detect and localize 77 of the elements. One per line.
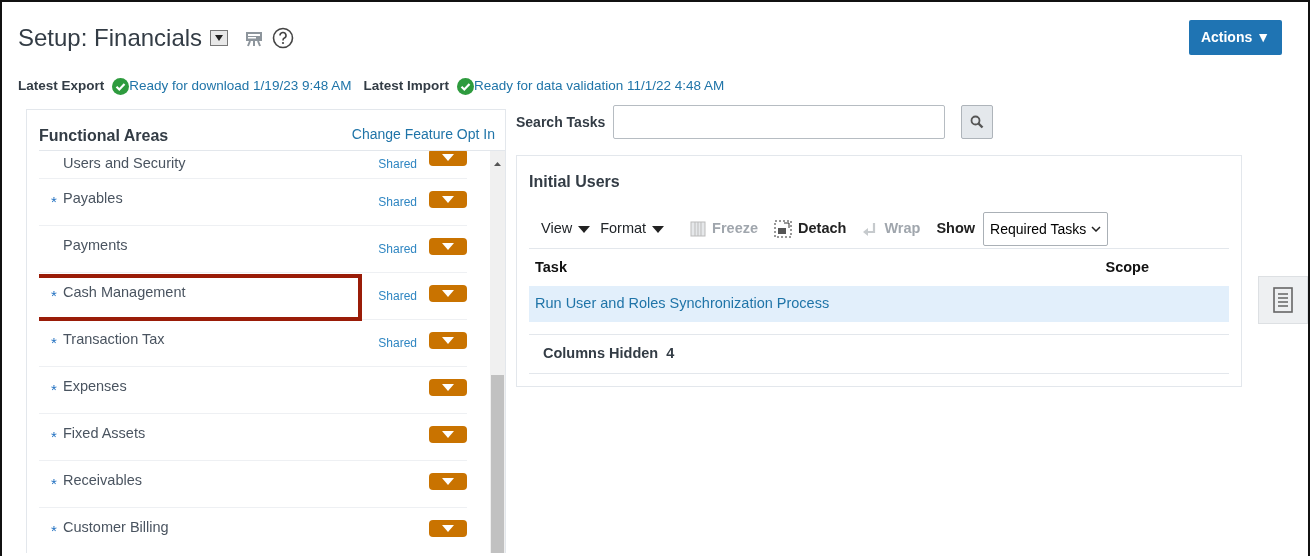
area-name[interactable]: Payments [63, 235, 128, 258]
caret-icon [442, 524, 454, 532]
area-name[interactable]: Fixed Assets [63, 423, 146, 446]
scrollbar[interactable] [490, 151, 505, 554]
help-icon[interactable] [272, 27, 295, 49]
column-header: Scope [1105, 257, 1149, 277]
search-label: Search Tasks [516, 112, 606, 132]
area-name[interactable]: Payables [63, 188, 123, 211]
menu-button[interactable] [429, 331, 467, 349]
menu-button[interactable] [429, 237, 467, 255]
menu-button[interactable] [429, 472, 467, 490]
menu-button[interactable] [429, 378, 467, 396]
show-label: Show [936, 219, 976, 239]
area-name[interactable]: Expenses [63, 376, 127, 399]
required-marker: * [51, 380, 58, 401]
shared-label: Shared [378, 241, 417, 259]
status-link[interactable]: Ready for download 1/19/23 9:48 AM [129, 76, 352, 97]
search-icon [970, 115, 985, 130]
area-name[interactable]: Users and Security [63, 152, 186, 175]
check-icon [456, 77, 474, 95]
page-title: Setup: Financials [18, 23, 203, 53]
task-link[interactable]: Run User and Roles Synchronization Process [535, 293, 830, 316]
shared-label: Shared [378, 194, 417, 212]
area-name[interactable]: Receivables [63, 470, 142, 493]
required-marker: * [51, 521, 58, 542]
menu-button[interactable] [429, 151, 467, 167]
area-name[interactable]: Customer Billing [63, 517, 169, 540]
columns-hidden-label: Columns Hidden [543, 344, 659, 364]
panel-title: Functional Areas [39, 126, 169, 147]
menu-button[interactable] [429, 190, 467, 208]
document-icon [1273, 287, 1293, 313]
caret-icon [442, 477, 454, 485]
required-marker: * [51, 333, 58, 354]
menu-button[interactable]: Format [600, 218, 665, 241]
change-feature-link[interactable]: Change Feature Opt In [351, 124, 495, 146]
freeze-icon [690, 221, 707, 238]
detach-icon [774, 220, 793, 239]
menu-button[interactable]: View [541, 218, 591, 241]
required-marker: * [51, 286, 58, 307]
caret-icon [442, 336, 454, 344]
menu-button[interactable] [429, 425, 467, 443]
required-marker: * [51, 474, 58, 495]
search-field[interactable] [613, 105, 946, 140]
search-button[interactable] [961, 105, 994, 140]
status-label: Latest Import [363, 77, 449, 95]
caret-icon [442, 289, 454, 297]
actions-button[interactable]: Actions ▼ [1188, 19, 1282, 55]
dropdown-button[interactable] [210, 30, 229, 46]
caret-icon [442, 242, 454, 250]
area-name[interactable]: Transaction Tax [63, 329, 165, 352]
caret-icon [214, 35, 225, 41]
chevron-down-icon [1091, 226, 1102, 233]
detach-button[interactable]: Detach [774, 218, 847, 241]
column-header: Task [535, 257, 567, 277]
caret-icon [442, 154, 454, 162]
menu-button[interactable] [429, 284, 467, 302]
columns-hidden-count: 4 [666, 344, 675, 364]
caret-icon [442, 430, 454, 438]
shared-label: Shared [378, 335, 417, 353]
side-panel-button[interactable] [1258, 276, 1308, 324]
area-name[interactable]: Cash Management [63, 282, 186, 305]
presentation-icon[interactable] [244, 29, 265, 47]
caret-icon [442, 383, 454, 391]
panel-title: Initial Users [529, 172, 621, 193]
table-row[interactable]: Run User and Roles Synchronization Process [529, 286, 1229, 323]
check-icon [112, 77, 130, 95]
status-label: Latest Export [18, 77, 105, 95]
required-marker: * [51, 427, 58, 448]
caret-icon [578, 225, 591, 233]
shared-label: Shared [378, 155, 417, 173]
shared-label: Shared [378, 288, 417, 306]
show-select[interactable]: Required Tasks [983, 212, 1109, 247]
required-marker: * [51, 192, 58, 213]
caret-icon [652, 225, 665, 233]
status-link[interactable]: Ready for data validation 11/1/22 4:48 AM [473, 76, 725, 97]
caret-icon [442, 195, 454, 203]
menu-button[interactable] [429, 519, 467, 537]
